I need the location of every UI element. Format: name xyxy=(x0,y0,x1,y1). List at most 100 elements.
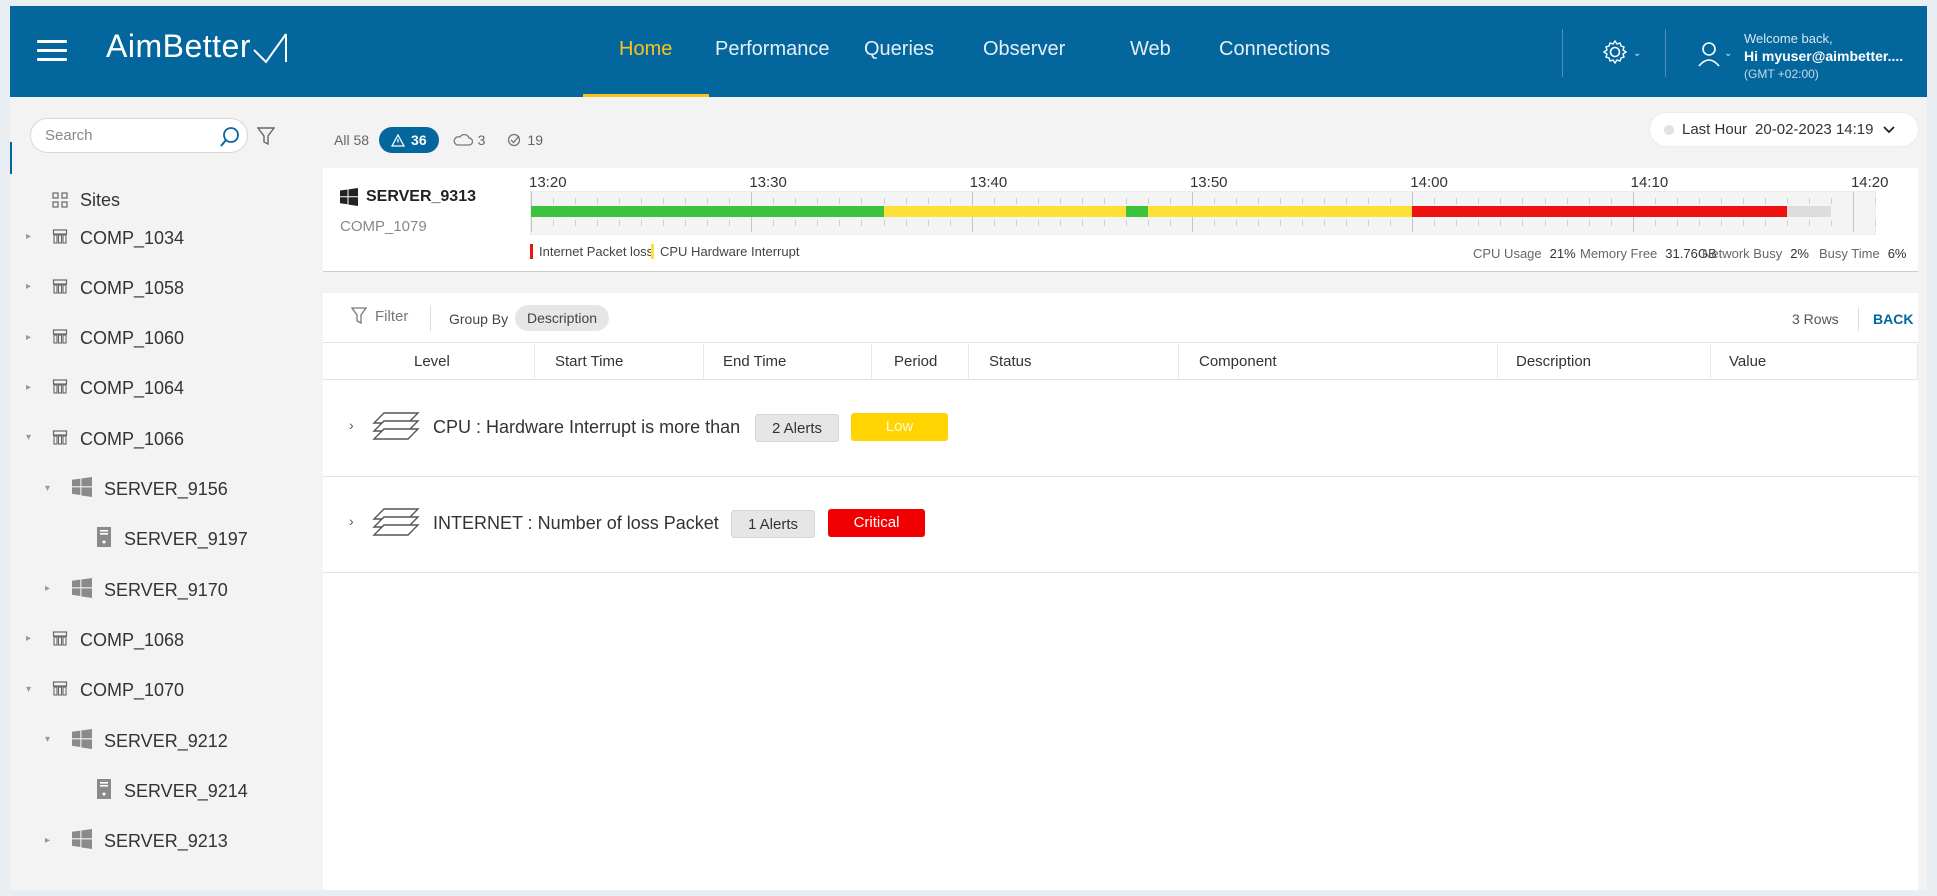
timeline-minor-tick xyxy=(1522,220,1524,226)
search-icon[interactable] xyxy=(219,126,241,148)
back-button[interactable]: BACK xyxy=(1873,311,1913,327)
chevron-down-icon[interactable]: ▾ xyxy=(45,734,50,745)
timeline-minor-tick xyxy=(905,198,907,204)
pill-cloud[interactable]: 3 xyxy=(453,132,485,148)
windows-icon xyxy=(72,728,92,749)
sidebar-item-server_9156[interactable]: SERVER_9156 xyxy=(72,475,228,505)
timeline-minor-tick xyxy=(773,220,775,226)
chevron-right-icon[interactable]: › xyxy=(349,417,354,433)
chevron-down-icon[interactable]: ▾ xyxy=(26,432,31,443)
timeline-minor-tick xyxy=(619,220,621,226)
legend-swatch xyxy=(530,244,533,259)
nav-connections[interactable]: Connections xyxy=(1219,38,1330,61)
column-header[interactable]: End Time xyxy=(723,344,786,380)
column-divider xyxy=(871,344,872,380)
chevron-right-icon[interactable]: ▸ xyxy=(26,633,31,644)
timeline-track[interactable] xyxy=(530,191,1876,235)
time-range-picker[interactable]: Last Hour 20-02-2023 14:19 xyxy=(1650,113,1918,146)
nav-queries[interactable]: Queries xyxy=(864,38,934,61)
sidebar-item-server_9197[interactable]: SERVER_9197 xyxy=(96,525,248,555)
sidebar-item-server_9214[interactable]: SERVER_9214 xyxy=(96,776,248,806)
sidebar-item-comp_1070[interactable]: COMP_1070 xyxy=(52,676,184,706)
gear-icon[interactable] xyxy=(1602,39,1628,65)
column-header[interactable]: Description xyxy=(1516,344,1591,380)
filter-button[interactable]: Filter xyxy=(351,307,408,325)
metric-value: 2% xyxy=(1790,246,1809,261)
column-header[interactable]: Component xyxy=(1199,344,1277,380)
column-header[interactable]: Start Time xyxy=(555,344,623,380)
timeline-minor-tick xyxy=(993,220,995,226)
group-row[interactable]: › CPU : Hardware Interrupt is more than … xyxy=(323,381,1918,477)
sidebar-item-comp_1034[interactable]: COMP_1034 xyxy=(52,223,184,253)
pill-alerts[interactable]: 36 xyxy=(379,127,439,153)
column-header[interactable]: Status xyxy=(989,344,1032,380)
chevron-right-icon[interactable]: ▸ xyxy=(26,231,31,242)
chevron-right-icon[interactable]: ▸ xyxy=(45,835,50,846)
timeline-minor-tick xyxy=(1654,220,1656,226)
legend-item: CPU Hardware Interrupt xyxy=(651,244,799,259)
selection-marker xyxy=(10,142,12,174)
timeline-minor-tick xyxy=(1654,198,1656,204)
timeline-minor-tick xyxy=(1742,220,1744,226)
logo: AimBetter xyxy=(106,28,287,65)
timeline-segment-no-data[interactable] xyxy=(1786,206,1831,217)
severity-badge: Low xyxy=(851,413,948,441)
timeline-segment-warning[interactable] xyxy=(883,206,1126,217)
filter-icon[interactable] xyxy=(257,126,275,146)
column-divider xyxy=(1178,344,1179,380)
metric-memory: Memory Free 31.76GB xyxy=(1580,246,1717,261)
group-row[interactable]: › INTERNET : Number of loss Packet 1 Ale… xyxy=(323,477,1918,573)
nav-home[interactable]: Home xyxy=(619,38,672,61)
timeline-segment-ok[interactable] xyxy=(531,206,884,217)
column-header[interactable]: Value xyxy=(1729,344,1766,380)
chevron-right-icon[interactable]: › xyxy=(349,513,354,529)
time-range-label: Last Hour xyxy=(1682,121,1748,138)
warning-icon xyxy=(391,133,406,147)
chevron-right-icon[interactable]: ▸ xyxy=(26,281,31,292)
timeline-segment-ok[interactable] xyxy=(1125,206,1148,217)
chevron-down-icon[interactable]: ⌄ xyxy=(1724,48,1732,59)
nav-web[interactable]: Web xyxy=(1130,38,1171,61)
pill-all[interactable]: All 58 xyxy=(334,132,369,148)
sidebar-item-comp_1064[interactable]: COMP_1064 xyxy=(52,374,184,404)
column-header[interactable]: Level xyxy=(414,344,450,380)
timeline-minor-tick xyxy=(1214,198,1216,204)
group-by-chip[interactable]: Description xyxy=(515,305,610,331)
server-title[interactable]: SERVER_9313 xyxy=(340,188,476,206)
timeline-segment-warning[interactable] xyxy=(1147,206,1413,217)
column-divider xyxy=(534,344,535,380)
sidebar-item-sites[interactable]: Sites xyxy=(52,185,120,215)
column-header[interactable]: Period xyxy=(894,344,937,380)
search-input[interactable] xyxy=(45,127,215,144)
menu-icon[interactable] xyxy=(37,40,67,62)
sidebar-item-server_9212[interactable]: SERVER_9212 xyxy=(72,726,228,756)
timeline-minor-tick xyxy=(685,220,687,226)
pill-ok[interactable]: 19 xyxy=(507,132,543,148)
chevron-right-icon[interactable]: ▸ xyxy=(26,382,31,393)
user-name[interactable]: Hi myuser@aimbetter.... xyxy=(1744,48,1903,64)
alerts-count-chip[interactable]: 2 Alerts xyxy=(755,414,840,442)
nav-observer[interactable]: Observer xyxy=(983,38,1065,61)
group-description: CPU : Hardware Interrupt is more than xyxy=(433,417,741,437)
timeline-minor-tick xyxy=(1698,220,1700,226)
alerts-count-chip[interactable]: 1 Alerts xyxy=(731,510,816,538)
chevron-down-icon[interactable]: ▾ xyxy=(26,684,31,695)
timeline-segment-critical[interactable] xyxy=(1412,206,1787,217)
sidebar-item-server_9213[interactable]: SERVER_9213 xyxy=(72,827,228,857)
chevron-down-icon[interactable]: ▾ xyxy=(45,483,50,494)
sidebar-item-comp_1068[interactable]: COMP_1068 xyxy=(52,625,184,655)
sidebar-item-comp_1066[interactable]: COMP_1066 xyxy=(52,424,184,454)
timeline-minor-tick xyxy=(1808,220,1810,226)
nav-performance[interactable]: Performance xyxy=(715,38,830,61)
chevron-down-icon[interactable]: ⌄ xyxy=(1633,48,1641,59)
user-icon[interactable] xyxy=(1697,41,1721,67)
chevron-right-icon[interactable]: ▸ xyxy=(45,583,50,594)
timeline-minor-tick xyxy=(729,220,731,226)
sidebar-item-server_9170[interactable]: SERVER_9170 xyxy=(72,575,228,605)
sidebar-item-comp_1058[interactable]: COMP_1058 xyxy=(52,273,184,303)
sidebar-item-label: COMP_1058 xyxy=(80,277,185,298)
tree-item-icon xyxy=(52,228,68,249)
chevron-right-icon[interactable]: ▸ xyxy=(26,332,31,343)
sidebar-item-comp_1060[interactable]: COMP_1060 xyxy=(52,324,184,354)
timeline-minor-tick xyxy=(817,198,819,204)
